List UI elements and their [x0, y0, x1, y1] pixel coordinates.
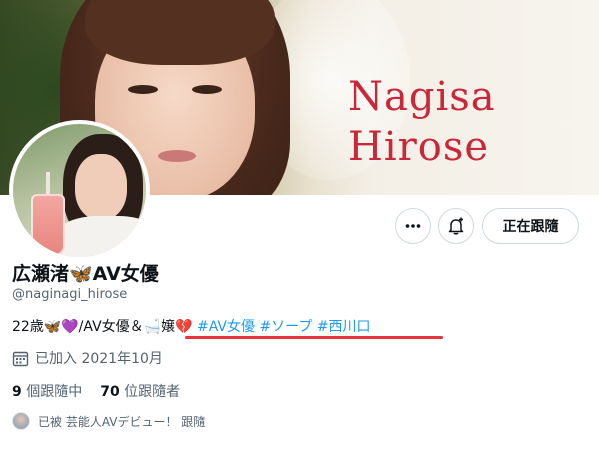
more-options-button[interactable]	[395, 208, 431, 244]
hashtag-link[interactable]: #AV女優	[197, 319, 255, 335]
banner-portrait-lips	[158, 150, 196, 162]
followers-count: 70	[100, 384, 120, 400]
banner-portrait-bangs	[85, 0, 275, 65]
avatar-face	[75, 154, 127, 220]
hashtag-link[interactable]: #西川口	[317, 319, 371, 335]
mutual-avatar	[12, 412, 30, 430]
followers-label: 位跟隨者	[124, 384, 181, 400]
joined-text: 已加入 2021年10月	[35, 351, 163, 367]
banner-portrait-eye	[128, 85, 158, 94]
avatar-drink-cup	[31, 194, 65, 256]
follow-stats: 9 個跟隨中 70 位跟隨者	[12, 381, 180, 401]
avatar-shirt	[53, 216, 146, 257]
notifications-button[interactable]	[438, 208, 474, 244]
user-handle: @naginagi_hirose	[12, 287, 128, 302]
bio-heart-emoji: 💔	[175, 319, 193, 335]
more-dots-icon	[405, 224, 421, 228]
bell-plus-icon	[448, 217, 464, 235]
followers-link[interactable]: 70 位跟隨者	[100, 381, 180, 401]
display-name: 広瀬渚🦋AV女優	[12, 263, 159, 285]
followed-by-text: 已被 芸能人AVデビュー！ 跟隨	[38, 414, 206, 429]
profile-avatar[interactable]	[9, 120, 150, 261]
following-button[interactable]: 正在跟隨	[482, 208, 579, 244]
bio-text: 22歳🦋💜/AV女優＆🛁嬢	[12, 319, 176, 335]
banner-title-line2: Hirose	[348, 124, 490, 170]
joined-date: 已加入 2021年10月	[12, 348, 163, 368]
calendar-icon	[12, 351, 29, 366]
banner-title: Nagisa Hirose	[348, 72, 548, 172]
following-link[interactable]: 9 個跟隨中	[12, 381, 82, 401]
hashtag-link[interactable]: #ソープ	[259, 319, 312, 335]
following-count: 9	[12, 384, 22, 400]
profile-bio: 22歳🦋💜/AV女優＆🛁嬢💔 #AV女優 #ソープ #西川口	[12, 316, 371, 336]
following-label: 個跟隨中	[26, 384, 83, 400]
banner-title-line1: Nagisa	[348, 74, 496, 120]
banner-portrait-eye	[192, 85, 222, 94]
followed-by[interactable]: 已被 芸能人AVデビュー！ 跟隨	[12, 412, 205, 430]
hashtag-underline-annotation	[185, 336, 443, 339]
